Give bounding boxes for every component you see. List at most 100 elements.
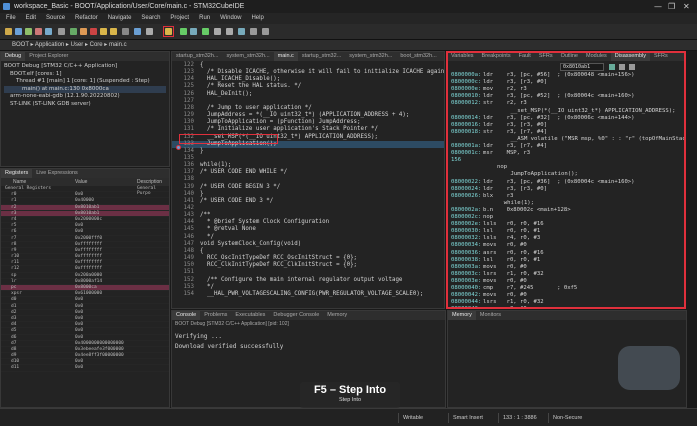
code-line[interactable]: /* Jump to user application */: [200, 105, 312, 112]
code-line[interactable]: JumpToApplication = (pFunction) JumpAddr…: [200, 119, 361, 126]
step-into-icon[interactable]: [165, 28, 172, 35]
tab-system-1[interactable]: system_stm32h...: [223, 52, 274, 61]
build-icon[interactable]: [25, 28, 32, 35]
debug-tree-stlink[interactable]: ST-LINK (ST-LINK GDB server): [4, 101, 166, 109]
settings-icon[interactable]: [58, 28, 65, 35]
debug-icon[interactable]: [35, 28, 42, 35]
maximize-button[interactable]: ❐: [668, 0, 675, 13]
tab-executables[interactable]: Executables: [231, 311, 269, 320]
tab-memory-2[interactable]: Memory: [448, 311, 476, 320]
run-last-icon[interactable]: [202, 28, 209, 35]
col-name[interactable]: Name: [13, 178, 26, 186]
code-line[interactable]: {: [200, 62, 204, 69]
code-editor[interactable]: 122 {123 /* Disable ICACHE, otherwise it …: [172, 62, 444, 308]
debug-tree-frame[interactable]: main() at main.c:130 0x8000ca: [4, 85, 166, 93]
breadcrumb-path[interactable]: BOOT ▸ Application ▸ User ▸ Core ▸ main.…: [12, 42, 127, 48]
perspective-icon[interactable]: [238, 28, 245, 35]
menu-file[interactable]: File: [6, 15, 16, 21]
debug-tree-elf[interactable]: BOOT.elf [cores: 1]: [4, 71, 166, 79]
code-line[interactable]: /* USER CODE END WHILE */: [200, 169, 287, 176]
disconnect-icon[interactable]: [122, 28, 129, 35]
menu-navigate[interactable]: Navigate: [108, 15, 132, 21]
register-name: d6: [11, 334, 17, 340]
code-line[interactable]: */: [200, 284, 214, 291]
tab-console[interactable]: Console: [172, 311, 201, 320]
code-line[interactable]: }: [200, 148, 204, 155]
tab-memory[interactable]: Memory: [323, 311, 351, 320]
line-number: 126: [183, 90, 194, 97]
tab-problems[interactable]: Problems: [200, 311, 231, 320]
external-tools-icon[interactable]: [190, 28, 197, 35]
new-file-icon[interactable]: [5, 28, 12, 35]
code-line[interactable]: /** Configure the main internal regulato…: [200, 277, 402, 284]
tab-startup-1[interactable]: startup_stm32h...: [172, 52, 223, 61]
code-line[interactable]: void SystemClock_Config(void): [200, 241, 301, 248]
suspend-icon[interactable]: [80, 28, 87, 35]
line-number: 147: [183, 240, 194, 247]
tab-project-explorer[interactable]: Project Explorer: [25, 52, 72, 61]
code-line[interactable]: HAL_ICACHE_Disable();: [200, 76, 280, 83]
code-line[interactable]: RCC_ClkInitTypeDef RCC_ClkInitStruct = {…: [200, 262, 357, 269]
col-value[interactable]: Value: [75, 178, 87, 186]
code-line[interactable]: RCC_OscInitTypeDef RCC_OscInitStruct = {…: [200, 255, 357, 262]
resume-icon[interactable]: [70, 28, 77, 35]
line-number: 124: [183, 76, 194, 83]
code-line[interactable]: */: [200, 234, 214, 241]
register-name: d9: [11, 353, 17, 359]
tab-registers[interactable]: Registers: [1, 169, 33, 178]
menu-refactor[interactable]: Refactor: [75, 15, 98, 21]
debug-tree-thread[interactable]: Thread #1 [main] 1 [core: 1] (Suspended …: [4, 78, 166, 86]
tab-main-c[interactable]: main.c: [273, 52, 298, 61]
col-description[interactable]: Description: [137, 178, 162, 186]
code-line[interactable]: /* USER CODE BEGIN 3 */: [200, 184, 280, 191]
forward-icon[interactable]: [262, 28, 269, 35]
menu-source[interactable]: Source: [46, 15, 65, 21]
open-type-icon[interactable]: [226, 28, 233, 35]
code-line[interactable]: JumpAddress = *(__IO uint32_t*) (APPLICA…: [200, 112, 409, 119]
tab-boot[interactable]: boot_stm32h...: [396, 52, 440, 61]
debug-run-icon[interactable]: [180, 28, 187, 35]
tab-debugger-console[interactable]: Debugger Console: [269, 311, 323, 320]
instruction-step-icon[interactable]: [134, 28, 141, 35]
code-line[interactable]: /* Disable ICACHE, otherwise it will fai…: [200, 69, 444, 76]
run-icon[interactable]: [45, 28, 52, 35]
tab-system-2[interactable]: system_stm32h...: [345, 52, 396, 61]
breakpoint-marker-icon[interactable]: [176, 145, 181, 150]
tab-startup-2[interactable]: startup_stm32...: [298, 52, 345, 61]
console-tabbar: Console Problems Executables Debugger Conso…: [172, 311, 445, 320]
code-line[interactable]: /**: [200, 212, 210, 219]
code-line[interactable]: /* Initialize user application's Stack P…: [200, 126, 378, 133]
tab-monitors[interactable]: Monitors: [476, 311, 505, 320]
debug-tree-gdb[interactable]: arm-none-eabi-gdb (12.1.90.20220802): [4, 93, 166, 101]
back-icon[interactable]: [250, 28, 257, 35]
menu-window[interactable]: Window: [220, 15, 241, 21]
menu-edit[interactable]: Edit: [26, 15, 36, 21]
code-line[interactable]: HAL_DeInit();: [200, 91, 252, 98]
terminate-icon[interactable]: [90, 28, 97, 35]
tab-live-expressions[interactable]: Live Expressions: [32, 169, 82, 178]
code-line[interactable]: __HAL_PWR_VOLTAGESCALING_CONFIG(PWR_REGU…: [200, 291, 423, 298]
menu-run[interactable]: Run: [199, 15, 210, 21]
code-line[interactable]: * @brief System Clock Configuration: [200, 219, 329, 226]
code-line[interactable]: /* Reset the HAL status. */: [200, 83, 301, 90]
menu-search[interactable]: Search: [141, 15, 160, 21]
register-name: r6: [11, 229, 17, 235]
code-line[interactable]: }: [200, 191, 204, 198]
status-insert-mode: Smart Insert: [448, 413, 496, 423]
menu-project[interactable]: Project: [170, 15, 189, 21]
save-icon[interactable]: [15, 28, 22, 35]
code-line[interactable]: while(1);: [200, 162, 231, 169]
code-line[interactable]: * @retval None: [200, 226, 256, 233]
restart-icon[interactable]: [146, 28, 153, 35]
tab-debug[interactable]: Debug: [1, 52, 26, 61]
close-button[interactable]: ✕: [683, 0, 690, 13]
debug-tree-launch[interactable]: BOOT Debug [STM32 C/C++ Application]: [4, 63, 166, 71]
step-over-icon[interactable]: [100, 28, 107, 35]
code-line[interactable]: {: [200, 248, 204, 255]
search-icon[interactable]: [214, 28, 221, 35]
step-return-icon[interactable]: [110, 28, 117, 35]
minimize-button[interactable]: —: [654, 0, 662, 13]
menu-help[interactable]: Help: [251, 15, 263, 21]
code-line[interactable]: /* USER CODE END 3 */: [200, 198, 273, 205]
register-row[interactable]: d11 0x0: [1, 365, 169, 372]
